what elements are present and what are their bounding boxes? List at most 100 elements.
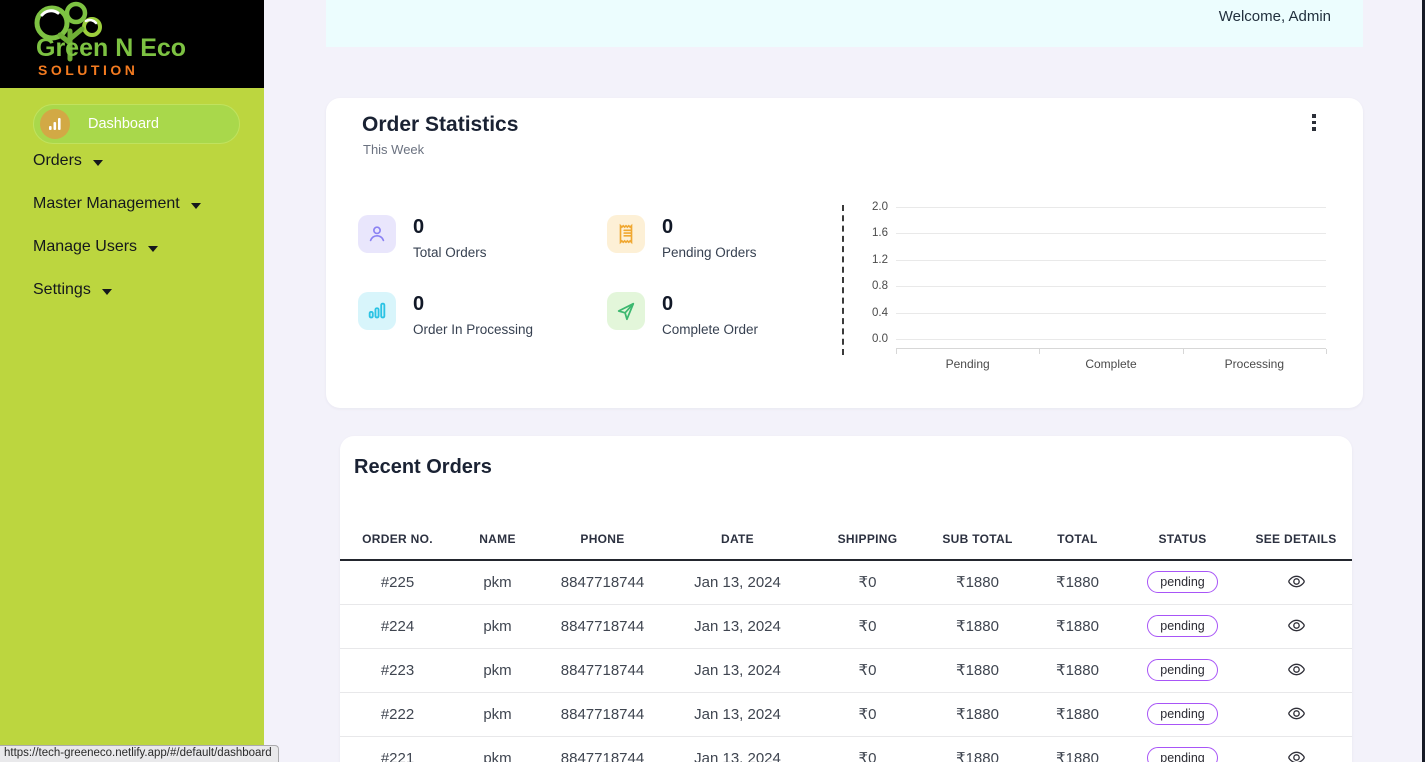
- column-header-status: STATUS: [1125, 519, 1240, 561]
- sidebar-item-master-management[interactable]: Master Management: [33, 195, 201, 213]
- x-axis-category-label: Processing: [1224, 357, 1285, 371]
- cell-name: pkm: [455, 648, 540, 693]
- column-header-see-details: SEE DETAILS: [1240, 519, 1352, 561]
- chevron-down-icon: [101, 288, 112, 295]
- cell-phone: 8847718744: [540, 648, 665, 693]
- eye-icon[interactable]: [1285, 702, 1308, 725]
- y-axis-tick-label: 1.2: [872, 253, 888, 266]
- stat-label: Total Orders: [413, 245, 487, 260]
- stat-complete-order: 0 Complete Order: [607, 292, 758, 337]
- logo[interactable]: Green N Eco SOLUTION: [0, 0, 264, 88]
- recent-orders-card: Recent Orders ORDER NO. NAME PHONE DATE SHIP…: [340, 436, 1352, 762]
- cell-date: Jan 13, 2024: [665, 604, 810, 649]
- cell-sub_total: ₹1880: [925, 560, 1030, 605]
- bar-chart-icon: [358, 292, 396, 330]
- cell-order_no: #223: [340, 648, 455, 693]
- cell-see-details: [1240, 648, 1352, 693]
- cell-shipping: ₹0: [810, 692, 925, 737]
- x-axis-line: [896, 348, 1326, 349]
- cell-see-details: [1240, 604, 1352, 649]
- eye-icon[interactable]: [1285, 746, 1308, 762]
- stat-order-in-processing: 0 Order In Processing: [358, 292, 533, 337]
- chevron-down-icon: [92, 159, 103, 166]
- sidebar-item-orders[interactable]: Orders: [33, 152, 103, 170]
- column-header-sub-total: SUB TOTAL: [925, 519, 1030, 561]
- cell-phone: 8847718744: [540, 560, 665, 605]
- cell-order_no: #222: [340, 692, 455, 737]
- order-statistics-subtitle: This Week: [363, 142, 425, 157]
- cell-order_no: #224: [340, 604, 455, 649]
- logo-text: Green N Eco: [36, 34, 187, 62]
- stat-label: Complete Order: [662, 322, 759, 337]
- table-row: #221 pkm 8847718744 Jan 13, 2024 ₹0 ₹1880 ₹188…: [340, 736, 1352, 762]
- cell-shipping: ₹0: [810, 736, 925, 762]
- gridline: [896, 312, 1326, 314]
- cell-order_no: #221: [340, 736, 455, 762]
- order-statistics-title: Order Statistics: [362, 113, 519, 136]
- gridline: [896, 233, 1326, 235]
- cell-status: pending: [1125, 692, 1240, 737]
- sidebar-item-label: Settings: [33, 281, 91, 298]
- user-icon: [358, 215, 396, 253]
- x-axis-tick: [1326, 349, 1327, 354]
- cell-shipping: ₹0: [810, 648, 925, 693]
- kebab-menu-icon[interactable]: [1305, 112, 1323, 134]
- eye-icon[interactable]: [1285, 658, 1308, 681]
- cell-phone: 8847718744: [540, 736, 665, 762]
- x-axis-tick: [1182, 349, 1184, 354]
- sidebar-item-label: Dashboard: [88, 116, 159, 132]
- cell-see-details: [1240, 560, 1352, 605]
- sidebar-item-label: Manage Users: [33, 238, 138, 255]
- dashboard-bar-chart-icon: [40, 109, 70, 139]
- column-header-shipping: SHIPPING: [810, 519, 925, 561]
- gridline: [896, 339, 1326, 340]
- receipt-icon: [607, 215, 645, 253]
- sidebar-item-settings[interactable]: Settings: [33, 281, 112, 299]
- browser-link-preview: https://tech-greeneco.netlify.app/#/defa…: [0, 745, 279, 762]
- cell-date: Jan 13, 2024: [665, 736, 810, 762]
- gridline: [896, 207, 1326, 208]
- cell-date: Jan 13, 2024: [665, 648, 810, 693]
- gridline: [896, 259, 1326, 261]
- y-axis-tick-label: 2.0: [872, 201, 888, 213]
- y-axis-tick-label: 0.8: [872, 280, 888, 293]
- stat-value: 0: [662, 293, 674, 315]
- cell-status: pending: [1125, 560, 1240, 605]
- cell-name: pkm: [455, 692, 540, 737]
- status-badge: pending: [1147, 615, 1218, 637]
- orders-bar-chart: 2.0 1.6 1.2 0.8 0.4 0.0 Pending Complete Process…: [850, 199, 1330, 374]
- cell-sub_total: ₹1880: [925, 648, 1030, 693]
- y-axis-tick-label: 0.0: [872, 333, 888, 345]
- cell-total: ₹1880: [1030, 692, 1125, 737]
- y-axis-tick-label: 1.6: [872, 227, 888, 240]
- cell-sub_total: ₹1880: [925, 604, 1030, 649]
- table-row: #223 pkm 8847718744 Jan 13, 2024 ₹0 ₹1880 ₹188…: [340, 648, 1352, 693]
- cell-name: pkm: [455, 560, 540, 605]
- eye-icon[interactable]: [1285, 570, 1308, 593]
- sidebar-item-dashboard[interactable]: Dashboard: [33, 104, 240, 144]
- table-row: #225 pkm 8847718744 Jan 13, 2024 ₹0 ₹1880 ₹188…: [340, 560, 1352, 605]
- send-icon: [607, 292, 645, 330]
- x-axis-tick: [1039, 349, 1041, 354]
- cell-shipping: ₹0: [810, 560, 925, 605]
- dashed-divider: [842, 205, 844, 355]
- cell-see-details: [1240, 692, 1352, 737]
- stat-value: 0: [413, 293, 425, 315]
- stat-label: Order In Processing: [413, 322, 534, 337]
- stat-value: 0: [662, 216, 674, 238]
- welcome-text: Welcome, Admin: [1218, 8, 1331, 25]
- sidebar-item-manage-users[interactable]: Manage Users: [33, 238, 159, 256]
- logo-subtext: SOLUTION: [38, 62, 139, 78]
- sidebar-item-label: Orders: [33, 152, 82, 169]
- eye-icon[interactable]: [1285, 614, 1308, 637]
- cell-see-details: [1240, 736, 1352, 762]
- recent-orders-table: ORDER NO. NAME PHONE DATE SHIPPING SUB TOTAL T…: [340, 519, 1352, 762]
- cell-phone: 8847718744: [540, 692, 665, 737]
- stat-value: 0: [413, 216, 425, 238]
- status-badge: pending: [1147, 747, 1218, 762]
- x-axis-category-label: Complete: [1085, 357, 1137, 371]
- stat-total-orders: 0 Total Orders: [358, 215, 487, 260]
- status-badge: pending: [1147, 571, 1218, 594]
- y-axis-tick-label: 0.4: [872, 306, 888, 319]
- status-badge: pending: [1147, 703, 1218, 725]
